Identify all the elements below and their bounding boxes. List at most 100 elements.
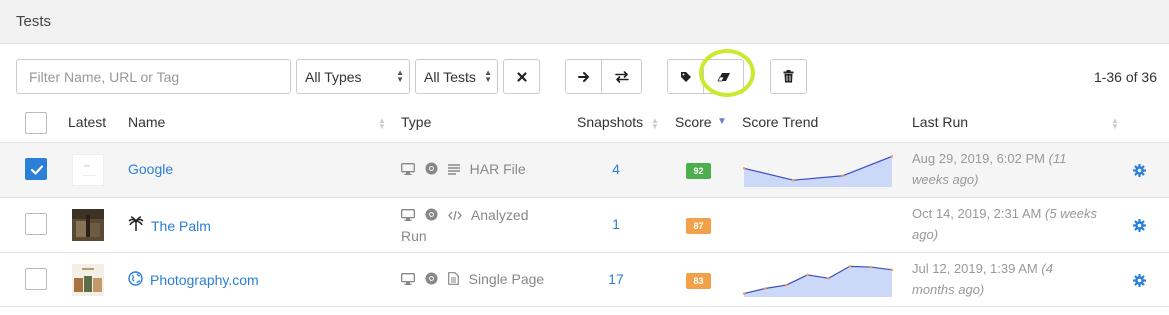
screenshot-thumbnail[interactable] (72, 264, 104, 296)
palm-tree-icon (128, 216, 144, 235)
column-snapshots[interactable]: Snapshots (577, 114, 643, 130)
last-run-relative-cont: ago) (912, 227, 939, 242)
select-all-checkbox[interactable] (25, 112, 47, 134)
sort-icon[interactable]: ▲ ▼ (1111, 117, 1119, 131)
select-arrows-icon: ▲ ▼ (484, 68, 492, 84)
test-type-label: HAR File (469, 161, 526, 177)
column-name[interactable]: Name (128, 114, 165, 130)
test-type-label: Analyzed (470, 207, 529, 223)
code-icon (447, 206, 462, 226)
select-arrows-icon: ▲ ▼ (396, 68, 404, 84)
sparkline-point (848, 265, 852, 268)
score-badge: 92 (686, 163, 711, 179)
last-run-relative-cont: months ago) (912, 282, 985, 297)
column-last-run[interactable]: Last Run (912, 114, 968, 130)
column-latest: Latest (68, 114, 107, 130)
last-run-date: Jul 12, 2019, 1:39 AM (912, 261, 1038, 276)
sort-icon[interactable]: ▲ ▼ (651, 117, 659, 131)
page-header: Tests (0, 0, 1169, 44)
filter-input[interactable] (16, 59, 291, 94)
table-header: Latest Name ▲ ▼ Type Snapshots ▲ ▼ Score ▼… (0, 104, 1169, 142)
test-name-link[interactable]: Google (128, 161, 173, 177)
type-select[interactable]: All Types ▲ ▼ (296, 59, 410, 94)
sparkline-point (869, 265, 873, 269)
eraser-button[interactable] (703, 59, 744, 94)
screenshot-thumbnail[interactable] (72, 209, 104, 241)
table-row[interactable]: Photography.com Single Page 17 83 Jul 12… (0, 252, 1169, 307)
screenshot-thumbnail[interactable] (72, 154, 104, 186)
tag-icon (680, 71, 691, 82)
test-name[interactable]: Google (128, 161, 173, 177)
page-icon (447, 272, 459, 288)
score-trend-sparkline (743, 207, 893, 243)
chrome-icon (425, 206, 438, 226)
test-name[interactable]: The Palm (151, 218, 211, 234)
swap-icon (614, 70, 629, 83)
sparkline-point (763, 287, 767, 290)
test-name-link[interactable]: Photography.com (128, 271, 259, 289)
last-run: Aug 29, 2019, 6:02 PM (11 weeks ago) (912, 148, 1117, 190)
score-badge: 87 (686, 218, 711, 234)
close-icon (516, 71, 527, 82)
last-run-relative: (5 weeks (1044, 206, 1098, 221)
gear-icon[interactable] (1133, 164, 1146, 182)
snapshots-count[interactable]: 4 (600, 161, 632, 177)
row-checkbox[interactable] (25, 158, 47, 180)
column-type: Type (401, 114, 432, 130)
globe-icon (128, 271, 143, 289)
chrome-icon (425, 162, 438, 178)
test-type-label: Single Page (468, 271, 545, 287)
test-type-label-cont: Run (401, 228, 427, 245)
eraser-icon (716, 72, 730, 81)
sparkline-point (841, 174, 844, 178)
test-type: HAR File (401, 161, 526, 178)
sparkline-point (827, 277, 830, 280)
chrome-icon (425, 272, 438, 288)
clear-filter-button[interactable] (503, 59, 540, 94)
checkmark-icon (30, 165, 44, 175)
trash-icon (783, 70, 794, 83)
test-name-link[interactable]: The Palm (128, 216, 211, 235)
last-run: Jul 12, 2019, 1:39 AM (4 months ago) (912, 258, 1117, 300)
row-checkbox[interactable] (25, 268, 47, 290)
monitor-icon (401, 272, 415, 288)
last-run-relative-cont: weeks ago) (912, 172, 979, 187)
score-trend-sparkline (743, 265, 893, 297)
test-type: Analyzed Run (401, 205, 529, 246)
tests-select[interactable]: All Tests ▲ ▼ (415, 59, 498, 94)
last-run-date: Oct 14, 2019, 2:31 AM (912, 206, 1042, 221)
column-score-trend: Score Trend (742, 114, 819, 130)
tests-select-value: All Tests (424, 69, 476, 85)
sort-desc-icon[interactable]: ▼ (717, 117, 727, 127)
arrow-right-icon (577, 71, 589, 82)
table-row[interactable]: The Palm Analyzed Run 1 87 Oct 14, 2019,… (0, 197, 1169, 252)
type-select-value: All Types (305, 69, 362, 85)
sparkline-area (744, 266, 892, 297)
monitor-icon (401, 162, 415, 178)
run-button[interactable] (565, 59, 602, 94)
snapshots-count[interactable]: 1 (600, 216, 632, 232)
score-badge: 83 (686, 273, 711, 289)
result-count: 1-36 of 36 (1093, 69, 1157, 85)
sort-icon[interactable]: ▲ ▼ (378, 117, 386, 131)
row-checkbox[interactable] (25, 213, 47, 235)
table-body: Google HAR File 4 92 Aug 29, 2019, 6:02 … (0, 142, 1169, 307)
page-title: Tests (16, 13, 52, 30)
gear-icon[interactable] (1133, 274, 1146, 292)
compare-button[interactable] (601, 59, 642, 94)
gear-icon[interactable] (1133, 219, 1146, 237)
test-name[interactable]: Photography.com (150, 272, 259, 288)
sparkline-point (784, 283, 788, 287)
snapshots-count[interactable]: 17 (600, 271, 632, 287)
delete-button[interactable] (770, 59, 807, 94)
last-run: Oct 14, 2019, 2:31 AM (5 weeks ago) (912, 203, 1117, 245)
table-row[interactable]: Google HAR File 4 92 Aug 29, 2019, 6:02 … (0, 142, 1169, 197)
tag-button[interactable] (667, 59, 704, 94)
toolbar: All Types ▲▼ All Tests ▲▼ 1-36 of 36 (0, 44, 1169, 104)
last-run-relative: (4 (1041, 261, 1053, 276)
column-score[interactable]: Score (675, 114, 712, 130)
list-icon (447, 162, 460, 178)
score-trend-sparkline (743, 155, 893, 187)
monitor-icon (401, 206, 415, 226)
last-run-date: Aug 29, 2019, 6:02 PM (912, 151, 1045, 166)
